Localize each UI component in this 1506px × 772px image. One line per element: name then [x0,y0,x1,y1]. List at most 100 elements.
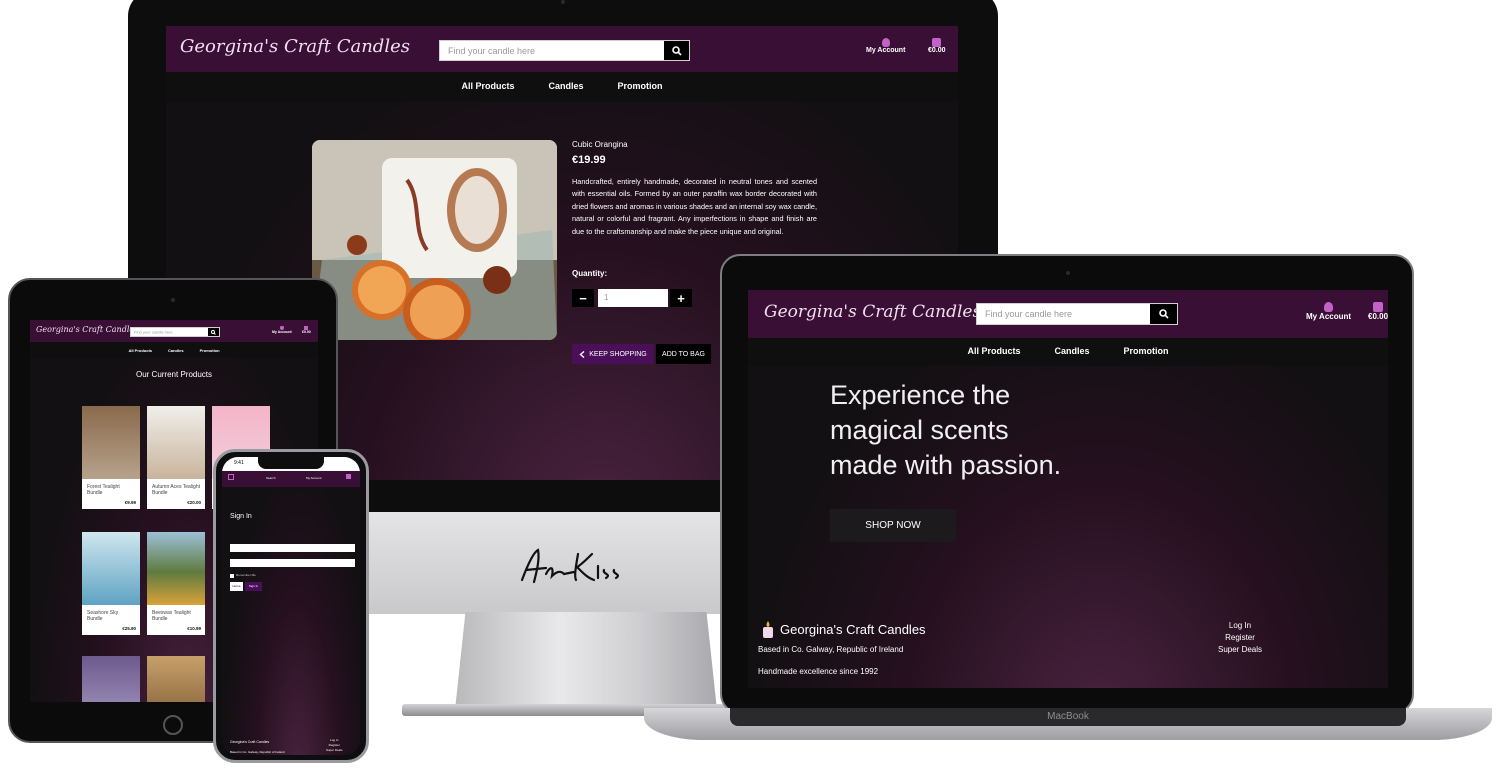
product-card-price: €10.99 [187,626,201,631]
search-button[interactable] [1150,304,1177,324]
main-nav: All Products Candles Promotion [30,342,318,358]
macbook-camera [1066,271,1070,275]
site-logo[interactable]: Georgina's Craft Candles [180,36,410,57]
nav-candles[interactable]: Candles [1055,346,1090,366]
keep-shopping-button[interactable]: KEEP SHOPPING [572,344,654,364]
nav-all-products[interactable]: All Products [461,81,514,102]
bag-total: €0.00 [302,330,311,334]
quantity-input[interactable]: 1 [598,289,668,307]
my-account-link[interactable]: My Account [272,326,292,334]
bag-total: €0.00 [928,47,946,54]
footer-super-deals-link[interactable]: Super Deals [1218,644,1262,656]
nav-promotion[interactable]: Promotion [1124,346,1169,366]
footer-since: Handmade excellence since 1992 [758,667,879,676]
hero-heading: Experience the magical scents made with … [830,378,1061,483]
my-account-label: My Account [1306,312,1352,321]
iphone-screen-signin: 9:41 Search My Account Sign In Remember … [222,457,360,755]
product-card[interactable] [82,656,140,702]
product-card-price: €20.00 [187,500,201,505]
footer-location: Based in Co. Galway, Republic of Ireland [230,750,285,754]
shop-now-button[interactable]: SHOP NOW [830,509,956,542]
site-logo[interactable]: Georgina's Craft Candles [36,325,138,334]
footer-login-link[interactable]: Log In [1218,620,1262,632]
mobile-search-link[interactable]: Search [266,476,276,480]
quantity-decrement-button[interactable]: − [572,289,594,307]
candle-icon [763,621,773,638]
my-account-link[interactable]: My Account [1306,302,1351,321]
shopping-bag-link[interactable]: €0.00 [1368,302,1388,321]
keep-shopping-label: KEEP SHOPPING [589,350,647,358]
footer-location: Based in Co. Galway, Republic of Ireland [758,645,904,654]
search-placeholder: Find your candle here [448,45,536,56]
add-to-bag-button[interactable]: ADD TO BAG [656,344,711,364]
my-account-link[interactable]: My Account [866,38,905,54]
search-button[interactable] [208,328,219,336]
signin-heading: Sign In [230,513,252,520]
iphone-notch [258,457,324,469]
shopping-bag-link[interactable]: €0.00 [928,38,946,54]
footer-links: Log In Register Super Deals [326,738,343,753]
nav-all-products[interactable]: All Products [967,346,1020,366]
quantity-increment-button[interactable]: + [670,289,692,307]
product-description: Handcrafted, entirely handmade, decorate… [572,177,817,236]
site-header: Search My Account [222,471,360,487]
site-header: Georgina's Craft Candles Find your candl… [748,290,1388,338]
menu-icon[interactable] [228,474,234,480]
product-card-title: Beeswax Tealight Bundle [152,610,191,622]
product-card[interactable]: Forest Tealight Bundle €9.99 [82,406,140,509]
product-card-title: Autumn Aces Tealight Bundle [152,484,200,496]
nav-candles[interactable]: Candles [549,81,584,102]
bag-icon [1373,302,1384,312]
hero-line-1: Experience the [830,380,1011,410]
imac-camera [561,0,565,4]
macbook-screen-home: Georgina's Craft Candles Find your candl… [748,290,1388,688]
macbook-label: MacBook [730,708,1406,726]
my-account-label: My Account [272,330,292,334]
nav-promotion[interactable]: Promotion [200,348,220,358]
bag-icon[interactable] [346,474,351,479]
search-placeholder: Find your candle here [985,309,1073,319]
status-time: 9:41 [234,460,244,466]
home-button[interactable]: Home [230,582,243,591]
quantity-label: Quantity: [572,269,608,278]
product-card-image [82,656,140,702]
product-card[interactable]: Autumn Aces Tealight Bundle €20.00 [147,406,205,509]
search-icon [211,329,216,335]
chevron-left-icon [579,350,585,358]
search-input[interactable]: Find your candle here [439,40,690,61]
footer-brand-name: Georgina's Craft Candles [230,740,270,744]
product-card-image [82,532,140,605]
sign-in-button[interactable]: Sign In [245,582,262,591]
product-card-image [147,406,205,479]
site-header: Georgina's Craft Candles Find your candl… [30,320,318,342]
product-card[interactable] [147,656,205,702]
bag-icon [932,38,942,47]
search-icon [1158,309,1169,319]
nav-candles[interactable]: Candles [168,348,184,358]
username-field[interactable] [230,544,355,552]
user-icon [1324,302,1334,312]
mobile-account-link[interactable]: My Account [306,476,322,480]
site-background [222,457,360,755]
password-field[interactable] [230,559,355,567]
hero-line-2: magical scents [830,415,1009,445]
product-card-price: €9.99 [124,500,136,505]
search-button[interactable] [664,41,689,60]
candle-photo [312,140,557,340]
product-card[interactable]: Beeswax Tealight Bundle €10.99 [147,532,205,635]
hero-line-3: made with passion. [830,450,1062,480]
search-input[interactable]: Find your candle here [130,327,220,337]
product-card-image [82,406,140,479]
remember-me-checkbox[interactable] [230,574,234,578]
product-price: €19.99 [572,154,606,166]
product-card[interactable]: Seashore Sky Bundle €25.90 [82,532,140,635]
nav-all-products[interactable]: All Products [128,348,152,358]
footer-register-link[interactable]: Register [1218,632,1262,644]
search-input[interactable]: Find your candle here [976,303,1178,325]
nav-promotion[interactable]: Promotion [618,81,663,102]
device-mockup-stage: Georgina's Craft Candles Find your candl… [0,0,1506,772]
site-logo[interactable]: Georgina's Craft Candles [764,302,981,322]
shopping-bag-link[interactable]: €0.00 [302,326,311,334]
footer-super-deals-link[interactable]: Super Deals [326,748,343,753]
footer-links: Log In Register Super Deals [1218,620,1262,656]
